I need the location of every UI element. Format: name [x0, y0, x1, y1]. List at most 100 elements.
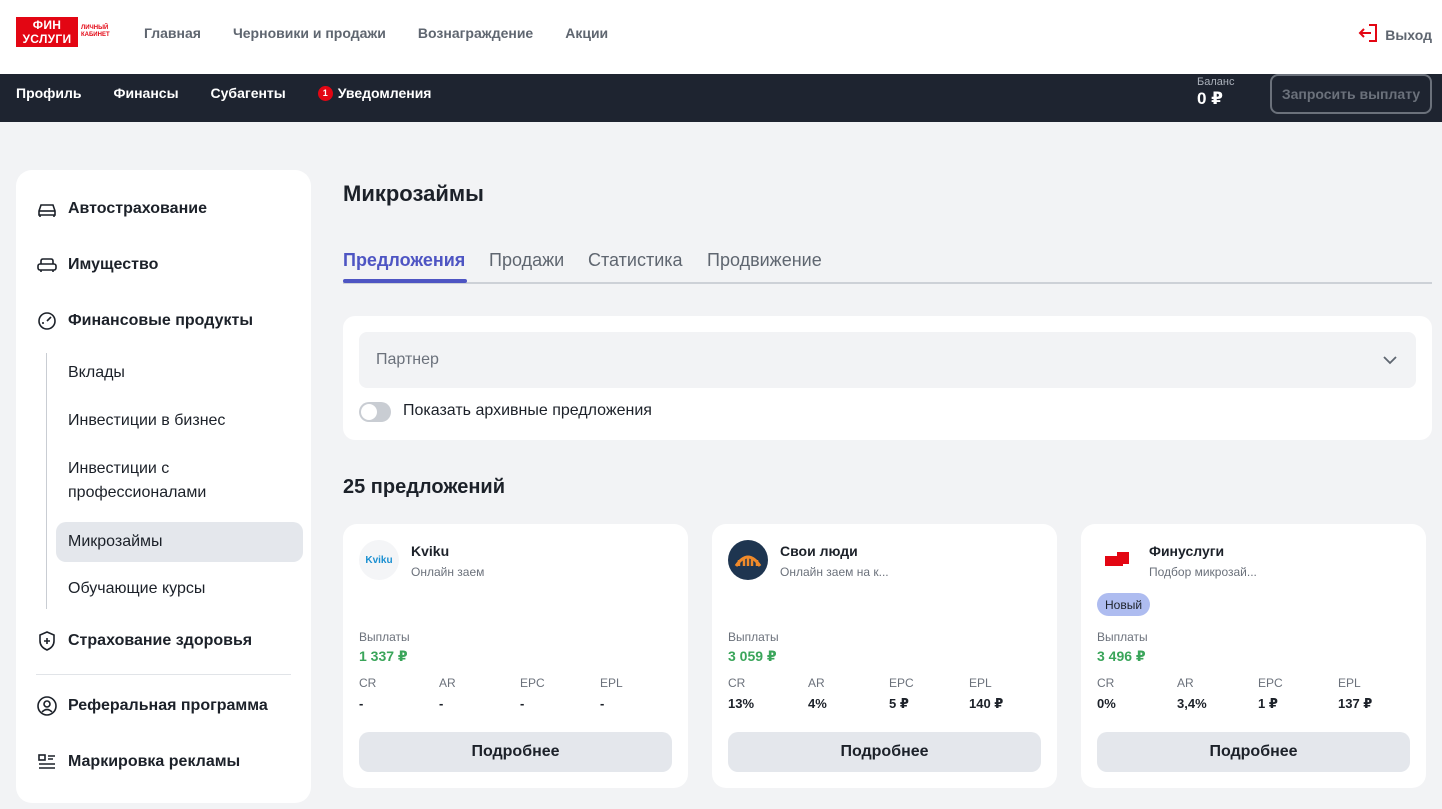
tab-promotion[interactable]: Продвижение	[707, 250, 822, 271]
metric-label: AR	[808, 676, 825, 690]
sidebar-item-label: Автострахование	[68, 200, 207, 217]
balance-label: Баланс	[1197, 76, 1235, 88]
profile-nav: Профиль Финансы Субагенты 1 Уведомления	[16, 74, 431, 112]
nav-promotions[interactable]: Акции	[565, 25, 608, 41]
logout-button[interactable]: Выход	[1357, 22, 1432, 47]
balance-block: Баланс 0 ₽	[1197, 76, 1234, 109]
tab-statistics[interactable]: Статистика	[588, 250, 683, 271]
subnav-notifications[interactable]: 1 Уведомления	[317, 85, 432, 101]
metric-value: 140 ₽	[969, 696, 1004, 711]
filter-card: Партнер Показать архивные предложения	[343, 316, 1432, 440]
page-title: Микрозаймы	[343, 181, 484, 206]
payout-value: 1 337 ₽	[359, 648, 408, 664]
metric-value: 5 ₽	[889, 696, 909, 711]
shield-plus-icon	[36, 630, 58, 652]
sidebar-item-financial-products[interactable]: Финансовые продукты	[36, 310, 253, 332]
metric-ar: AR -	[439, 676, 519, 711]
metric-label: EPC	[1258, 676, 1283, 690]
metric-epc: EPC -	[520, 676, 600, 711]
metric-value: -	[359, 696, 364, 711]
metric-value: -	[600, 696, 605, 711]
sidebar-subitem-pro-investments[interactable]: Инвестиции с профессионалами	[68, 457, 268, 505]
logo-main: ФИН УСЛУГИ	[16, 17, 78, 47]
metric-label: CR	[728, 676, 746, 690]
metric-epl: EPL -	[600, 676, 680, 711]
metric-cr: CR 0%	[1097, 676, 1177, 711]
details-button[interactable]: Подробнее	[1097, 732, 1410, 772]
sidebar-item-label: Реферальная программа	[68, 697, 268, 714]
subnav-finance[interactable]: Финансы	[114, 85, 179, 101]
sidebar-item-referral[interactable]: Реферальная программа	[36, 695, 268, 717]
offer-name: Kviku	[411, 543, 450, 559]
sidebar-subitem-courses[interactable]: Обучающие курсы	[68, 577, 205, 601]
sidebar-item-auto-insurance[interactable]: Автострахование	[36, 198, 207, 220]
sidebar-divider	[36, 674, 291, 675]
new-badge: Новый	[1097, 593, 1151, 616]
notifications-label: Уведомления	[337, 85, 432, 101]
offer-description: Подбор микрозай...	[1149, 565, 1257, 579]
chevron-down-icon	[1382, 352, 1398, 373]
svoi-lyudi-logo-icon	[728, 540, 768, 580]
gauge-icon	[36, 310, 58, 332]
offer-name: Финуслуги	[1149, 543, 1225, 559]
sidebar: Автострахование Имущество Финансовые про…	[16, 170, 311, 803]
sidebar-subitem-microloans[interactable]: Микрозаймы	[56, 522, 303, 562]
sidebar-item-ad-marking[interactable]: Маркировка рекламы	[36, 751, 240, 773]
metric-value: 1 ₽	[1258, 696, 1278, 711]
metric-epl: EPL 140 ₽	[969, 676, 1049, 712]
metric-label: EPC	[520, 676, 545, 690]
logo-sub: ЛИЧНЫЙ КАБИНЕТ	[81, 25, 110, 38]
tab-offers[interactable]: Предложения	[343, 250, 465, 271]
metric-epc: EPC 1 ₽	[1258, 676, 1338, 712]
metric-epc: EPC 5 ₽	[889, 676, 969, 712]
metric-value: 4%	[808, 696, 827, 711]
logout-label: Выход	[1385, 26, 1432, 43]
kviku-logo-icon: Kviku	[359, 540, 399, 580]
metric-label: CR	[1097, 676, 1115, 690]
partner-select[interactable]: Партнер	[359, 332, 1416, 388]
metric-label: AR	[1177, 676, 1194, 690]
metric-label: EPC	[889, 676, 914, 690]
car-icon	[36, 198, 58, 220]
request-payout-button[interactable]: Запросить выплату	[1270, 74, 1432, 114]
sub-header: Профиль Финансы Субагенты 1 Уведомления …	[0, 74, 1442, 122]
tab-sales[interactable]: Продажи	[489, 250, 564, 271]
balance-value: 0 ₽	[1197, 89, 1224, 108]
nav-home[interactable]: Главная	[144, 25, 201, 41]
subnav-subagents[interactable]: Субагенты	[211, 85, 286, 101]
sidebar-item-health-insurance[interactable]: Страхование здоровья	[36, 630, 252, 652]
nav-drafts-sales[interactable]: Черновики и продажи	[233, 25, 386, 41]
list-icon	[36, 751, 58, 773]
payout-label: Выплаты	[359, 630, 410, 644]
metric-label: EPL	[969, 676, 992, 690]
offer-card: Kviku Kviku Онлайн заем Выплаты 1 337 ₽ …	[343, 524, 688, 788]
archive-toggle-label: Показать архивные предложения	[403, 402, 652, 419]
offer-card: Свои люди Онлайн заем на к... Выплаты 3 …	[712, 524, 1057, 788]
sidebar-item-label: Имущество	[68, 256, 159, 273]
finuslugi-card-logo-icon	[1097, 540, 1137, 580]
payout-value: 3 059 ₽	[728, 648, 777, 664]
sidebar-subitem-deposits[interactable]: Вклады	[68, 361, 125, 385]
subnav-profile[interactable]: Профиль	[16, 85, 82, 101]
metric-ar: AR 4%	[808, 676, 888, 711]
kviku-logo-text: Kviku	[365, 554, 393, 566]
metric-value: -	[439, 696, 444, 711]
sidebar-item-property[interactable]: Имущество	[36, 254, 158, 276]
metric-value: 3,4%	[1177, 696, 1207, 711]
nav-reward[interactable]: Вознаграждение	[418, 25, 533, 41]
payout-label: Выплаты	[728, 630, 779, 644]
metric-cr: CR -	[359, 676, 439, 711]
metric-value: 137 ₽	[1338, 696, 1373, 711]
details-button[interactable]: Подробнее	[728, 732, 1041, 772]
metric-label: EPL	[600, 676, 623, 690]
details-button[interactable]: Подробнее	[359, 732, 672, 772]
archive-toggle[interactable]	[359, 402, 391, 422]
finuslugi-logo[interactable]: ФИН УСЛУГИ ЛИЧНЫЙ КАБИНЕТ	[16, 16, 117, 48]
sidebar-subitem-business-investments[interactable]: Инвестиции в бизнес	[68, 409, 225, 433]
offer-name: Свои люди	[780, 543, 858, 559]
payout-value: 3 496 ₽	[1097, 648, 1146, 664]
offer-description: Онлайн заем на к...	[780, 565, 889, 579]
metric-value: 13%	[728, 696, 755, 711]
metric-label: CR	[359, 676, 377, 690]
notification-count-badge: 1	[317, 85, 333, 101]
